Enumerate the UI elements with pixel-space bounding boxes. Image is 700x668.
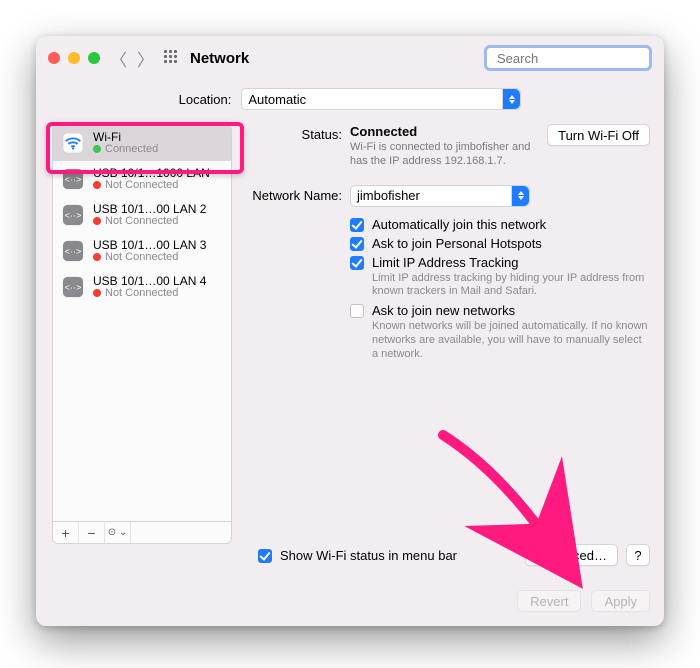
show-menubar-label: Show Wi-Fi status in menu bar: [280, 548, 457, 563]
toolbar: 〈 〉 Network: [36, 36, 664, 80]
interface-name: Wi-Fi: [93, 131, 158, 144]
sidebar-item-2[interactable]: <··> USB 10/1…00 LAN 2 Not Connected: [53, 197, 231, 233]
checkbox[interactable]: [350, 304, 364, 318]
wifi-toggle-button[interactable]: Turn Wi-Fi Off: [547, 124, 650, 146]
sidebar-item-3[interactable]: <··> USB 10/1…00 LAN 3 Not Connected: [53, 233, 231, 269]
network-name-value: jimbofisher: [357, 188, 420, 203]
interface-status: Not Connected: [93, 180, 210, 192]
bottom-bar: Revert Apply: [36, 576, 664, 612]
interface-name: USB 10/1…00 LAN 4: [93, 275, 206, 288]
interface-name: USB 10/1…00 LAN 2: [93, 203, 206, 216]
eth-icon: <··>: [61, 275, 85, 299]
location-row: Location: Automatic: [36, 80, 664, 124]
status-label: Status:: [246, 124, 342, 169]
chevron-updown-icon: [502, 89, 520, 109]
search-input[interactable]: [497, 51, 664, 66]
interface-name: USB 10/1…1000 LAN: [93, 167, 210, 180]
eth-icon: <··>: [61, 167, 85, 191]
location-value: Automatic: [248, 92, 306, 107]
checkbox-label: Limit IP Address Tracking: [372, 255, 650, 270]
sidebar-footer: + − ⊙ ⌄: [52, 522, 232, 544]
minimize-button[interactable]: [68, 52, 80, 64]
help-button[interactable]: ?: [626, 544, 650, 566]
checkbox-label: Ask to join Personal Hotspots: [372, 236, 542, 251]
eth-icon: <··>: [61, 203, 85, 227]
svg-text:<··>: <··>: [65, 211, 82, 221]
grid-icon[interactable]: [164, 50, 180, 66]
remove-interface-button[interactable]: −: [79, 522, 105, 543]
chevron-updown-icon: [511, 186, 529, 206]
svg-text:<··>: <··>: [65, 175, 82, 185]
svg-text:<··>: <··>: [65, 247, 82, 257]
checkbox[interactable]: [350, 218, 364, 232]
checkbox-sub: Known networks will be joined automatica…: [372, 320, 650, 361]
eth-icon: <··>: [61, 239, 85, 263]
sidebar-item-4[interactable]: <··> USB 10/1…00 LAN 4 Not Connected: [53, 269, 231, 305]
interface-status: Not Connected: [93, 252, 206, 264]
sidebar: Wi-Fi Connected<··> USB 10/1…1000 LAN No…: [52, 124, 232, 544]
interface-name: USB 10/1…00 LAN 3: [93, 239, 206, 252]
status-sub: Wi-Fi is connected to jimbofisher and ha…: [350, 141, 539, 169]
interface-menu-button[interactable]: ⊙ ⌄: [105, 522, 131, 543]
body: Wi-Fi Connected<··> USB 10/1…1000 LAN No…: [36, 124, 664, 544]
traffic-lights: [48, 52, 100, 64]
interface-status: Connected: [93, 144, 158, 156]
interfaces-list: Wi-Fi Connected<··> USB 10/1…1000 LAN No…: [52, 124, 232, 522]
checkbox[interactable]: [350, 237, 364, 251]
show-menubar-check[interactable]: [258, 549, 272, 563]
status-value: Connected: [350, 124, 539, 139]
option-1: Ask to join Personal Hotspots: [350, 234, 650, 253]
checkbox-label: Ask to join new networks: [372, 303, 650, 318]
checkbox-sub: Limit IP address tracking by hiding your…: [372, 272, 650, 300]
search-box[interactable]: [484, 45, 652, 71]
sidebar-footer-spacer: [131, 522, 231, 543]
zoom-button[interactable]: [88, 52, 100, 64]
advanced-button[interactable]: Advanced…: [525, 544, 618, 566]
back-button[interactable]: 〈: [110, 46, 127, 71]
close-button[interactable]: [48, 52, 60, 64]
preferences-window: 〈 〉 Network Location: Automatic Wi-Fi Co…: [36, 36, 664, 626]
option-0: Automatically join this network: [350, 215, 650, 234]
checkbox[interactable]: [350, 256, 364, 270]
svg-text:<··>: <··>: [65, 283, 82, 293]
revert-button[interactable]: Revert: [517, 590, 581, 612]
sidebar-item-0[interactable]: Wi-Fi Connected: [53, 125, 231, 161]
apply-button[interactable]: Apply: [591, 590, 650, 612]
option-2: Limit IP Address Tracking Limit IP addre…: [350, 253, 650, 302]
add-interface-button[interactable]: +: [53, 522, 79, 543]
forward-button[interactable]: 〉: [137, 46, 154, 71]
network-name-select[interactable]: jimbofisher: [350, 185, 530, 207]
location-label: Location:: [179, 92, 232, 107]
interface-status: Not Connected: [93, 216, 206, 228]
main-panel: Status: Connected Wi-Fi is connected to …: [246, 124, 650, 544]
sidebar-item-1[interactable]: <··> USB 10/1…1000 LAN Not Connected: [53, 161, 231, 197]
interface-status: Not Connected: [93, 288, 206, 300]
window-title: Network: [190, 50, 249, 67]
wifi-icon: [61, 131, 85, 155]
network-name-label: Network Name:: [246, 185, 342, 364]
option-3: Ask to join new networks Known networks …: [350, 301, 650, 363]
checkbox-label: Automatically join this network: [372, 217, 546, 232]
location-select[interactable]: Automatic: [241, 88, 521, 110]
footer-row: Show Wi-Fi status in menu bar Advanced… …: [36, 544, 664, 576]
